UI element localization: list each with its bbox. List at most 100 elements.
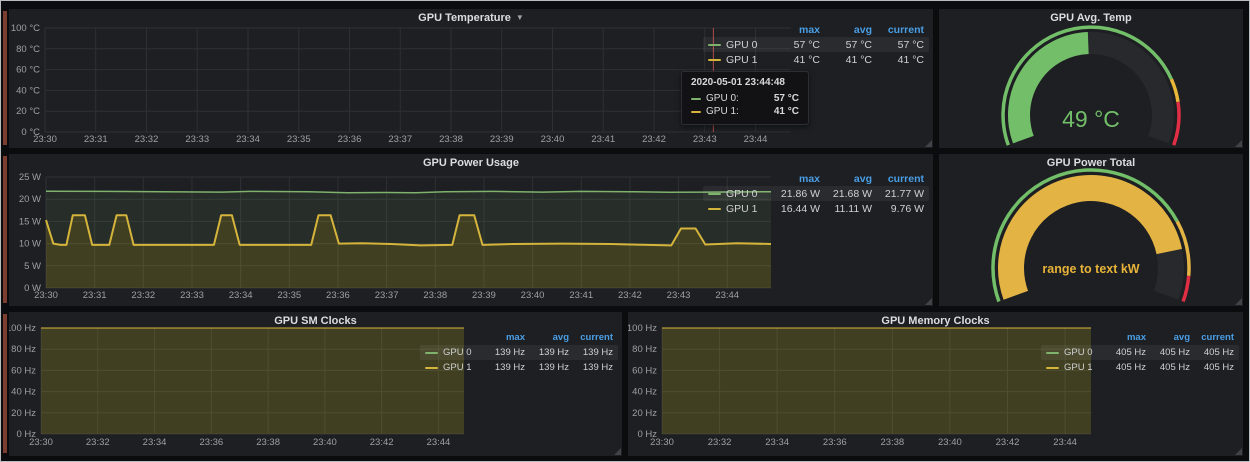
legend-stat-header[interactable]: avg [820, 24, 872, 36]
series-toggle[interactable]: GPU 0 [425, 347, 481, 358]
legend-stat-value: 57 °C [820, 39, 872, 51]
legend-stat-header[interactable]: max [768, 173, 820, 185]
x-tick-label: 23:42 [370, 437, 394, 448]
y-tick-label: 60 Hz [11, 365, 36, 376]
gauge-threshold-ring [1183, 276, 1189, 302]
legend-stat-value: 21.68 W [820, 188, 872, 200]
series-color-marker [708, 208, 721, 210]
resize-handle[interactable] [925, 140, 932, 147]
legend-stat-header[interactable]: current [1190, 332, 1234, 343]
series-name: GPU 0 [1064, 347, 1093, 358]
legend-stat-header[interactable]: avg [1146, 332, 1190, 343]
panel-gpu-power-total: GPU Power Total range to text kW [939, 154, 1243, 306]
legend-stat-value: 405 Hz [1146, 347, 1190, 358]
y-tick-label: 20 °C [16, 106, 40, 117]
x-tick-label: 23:37 [375, 290, 399, 301]
series-toggle[interactable]: GPU 0 [1046, 347, 1102, 358]
legend-stat-value: 139 Hz [481, 347, 525, 358]
legend-stat-header[interactable]: current [872, 24, 924, 36]
series-toggle[interactable]: GPU 1 [708, 203, 768, 215]
panel-title-gpu-avg-temp[interactable]: GPU Avg. Temp [939, 12, 1243, 24]
x-tick-label: 23:42 [642, 134, 666, 145]
x-tick-label: 23:31 [83, 290, 107, 301]
x-tick-label: 23:40 [521, 290, 545, 301]
x-tick-label: 23:44 [427, 437, 451, 448]
gauge-value-arc [1011, 188, 1169, 295]
x-tick-label: 23:34 [143, 437, 167, 448]
legend-row: GPU 057 °C57 °C57 °C [703, 37, 929, 52]
y-tick-label: 80 Hz [11, 344, 36, 355]
series-name: GPU 1 [443, 362, 472, 373]
chart-tooltip: 2020-05-01 23:44:48 GPU 0:57 °CGPU 1:41 … [681, 71, 809, 125]
legend-stat-header[interactable]: max [1102, 332, 1146, 343]
x-tick-label: 23:43 [693, 134, 717, 145]
series-name: GPU 1 [1064, 362, 1093, 373]
series-toggle[interactable]: GPU 0 [708, 188, 768, 200]
x-tick-label: 23:33 [185, 134, 209, 145]
legend-stat-value: 9.76 W [872, 203, 924, 215]
x-tick-label: 23:30 [29, 437, 53, 448]
resize-handle[interactable] [614, 448, 621, 455]
legend-header-row: maxavgcurrent [703, 22, 929, 37]
y-tick-label: 40 Hz [632, 387, 657, 398]
series-color-marker [708, 44, 721, 46]
series-toggle[interactable]: GPU 1 [425, 362, 481, 373]
legend-header-row: maxavgcurrent [1041, 330, 1239, 345]
resize-handle[interactable] [925, 298, 932, 305]
y-tick-label: 10 W [19, 239, 41, 250]
x-tick-label: 23:40 [938, 437, 962, 448]
x-tick-label: 23:44 [715, 290, 739, 301]
series-color-marker [708, 193, 721, 195]
y-tick-label: 20 W [19, 194, 41, 205]
x-tick-label: 23:33 [180, 290, 204, 301]
legend-stat-header[interactable]: avg [525, 332, 569, 343]
gauge-threshold-ring [1174, 102, 1179, 145]
panel-title-text: GPU SM Clocks [274, 315, 357, 327]
series-toggle[interactable]: GPU 1 [708, 54, 768, 66]
legend-stat-value: 57 °C [768, 39, 820, 51]
legend-stat-value: 41 °C [820, 54, 872, 66]
panel-title-gpu-power-total[interactable]: GPU Power Total [939, 157, 1243, 169]
panel-title-text: GPU Temperature [418, 12, 511, 24]
legend-stat-header[interactable]: current [569, 332, 613, 343]
x-tick-label: 23:32 [135, 134, 159, 145]
panel-gpu-memory-clocks: GPU Memory Clocks 0 Hz20 Hz40 Hz60 Hz80 … [628, 312, 1243, 456]
series-area [41, 328, 464, 434]
y-tick-label: 80 Hz [632, 344, 657, 355]
series-toggle[interactable]: GPU 1 [1046, 362, 1102, 373]
x-tick-label: 23:32 [131, 290, 155, 301]
x-tick-label: 23:34 [765, 437, 789, 448]
panel-title-gpu-power-usage[interactable]: GPU Power Usage [9, 157, 933, 169]
legend-stat-value: 405 Hz [1102, 347, 1146, 358]
legend-stat-header[interactable]: max [768, 24, 820, 36]
panel-title-gpu-sm-clocks[interactable]: GPU SM Clocks [9, 315, 622, 327]
legend-stat-value: 139 Hz [481, 362, 525, 373]
legend-stat-value: 139 Hz [525, 347, 569, 358]
panel-title-gpu-memory-clocks[interactable]: GPU Memory Clocks [628, 315, 1243, 327]
resize-handle[interactable] [1235, 140, 1242, 147]
legend-stat-header[interactable]: max [481, 332, 525, 343]
gauge-value-text: range to text kW [1042, 262, 1139, 276]
legend-stat-value: 139 Hz [569, 362, 613, 373]
y-tick-label: 15 W [19, 216, 41, 227]
legend-stat-value: 57 °C [872, 39, 924, 51]
x-tick-label: 23:30 [33, 134, 57, 145]
legend-stat-value: 139 Hz [569, 347, 613, 358]
panel-gpu-power-usage: GPU Power Usage 0 W5 W10 W15 W20 W25 W23… [9, 154, 933, 306]
x-tick-label: 23:43 [667, 290, 691, 301]
resize-handle[interactable] [1235, 448, 1242, 455]
legend-stat-header[interactable]: current [872, 173, 924, 185]
gauge-threshold-ring [1171, 79, 1178, 102]
x-tick-label: 23:32 [86, 437, 110, 448]
x-tick-label: 23:36 [823, 437, 847, 448]
resize-handle[interactable] [1235, 298, 1242, 305]
x-tick-label: 23:31 [84, 134, 108, 145]
y-tick-label: 20 Hz [11, 408, 36, 419]
x-tick-label: 23:42 [618, 290, 642, 301]
series-toggle[interactable]: GPU 0 [708, 39, 768, 51]
y-tick-label: 5 W [24, 261, 41, 272]
series-name: GPU 0 [443, 347, 472, 358]
legend-stat-header[interactable]: avg [820, 173, 872, 185]
y-tick-label: 40 Hz [11, 387, 36, 398]
y-tick-label: 40 °C [16, 85, 40, 96]
